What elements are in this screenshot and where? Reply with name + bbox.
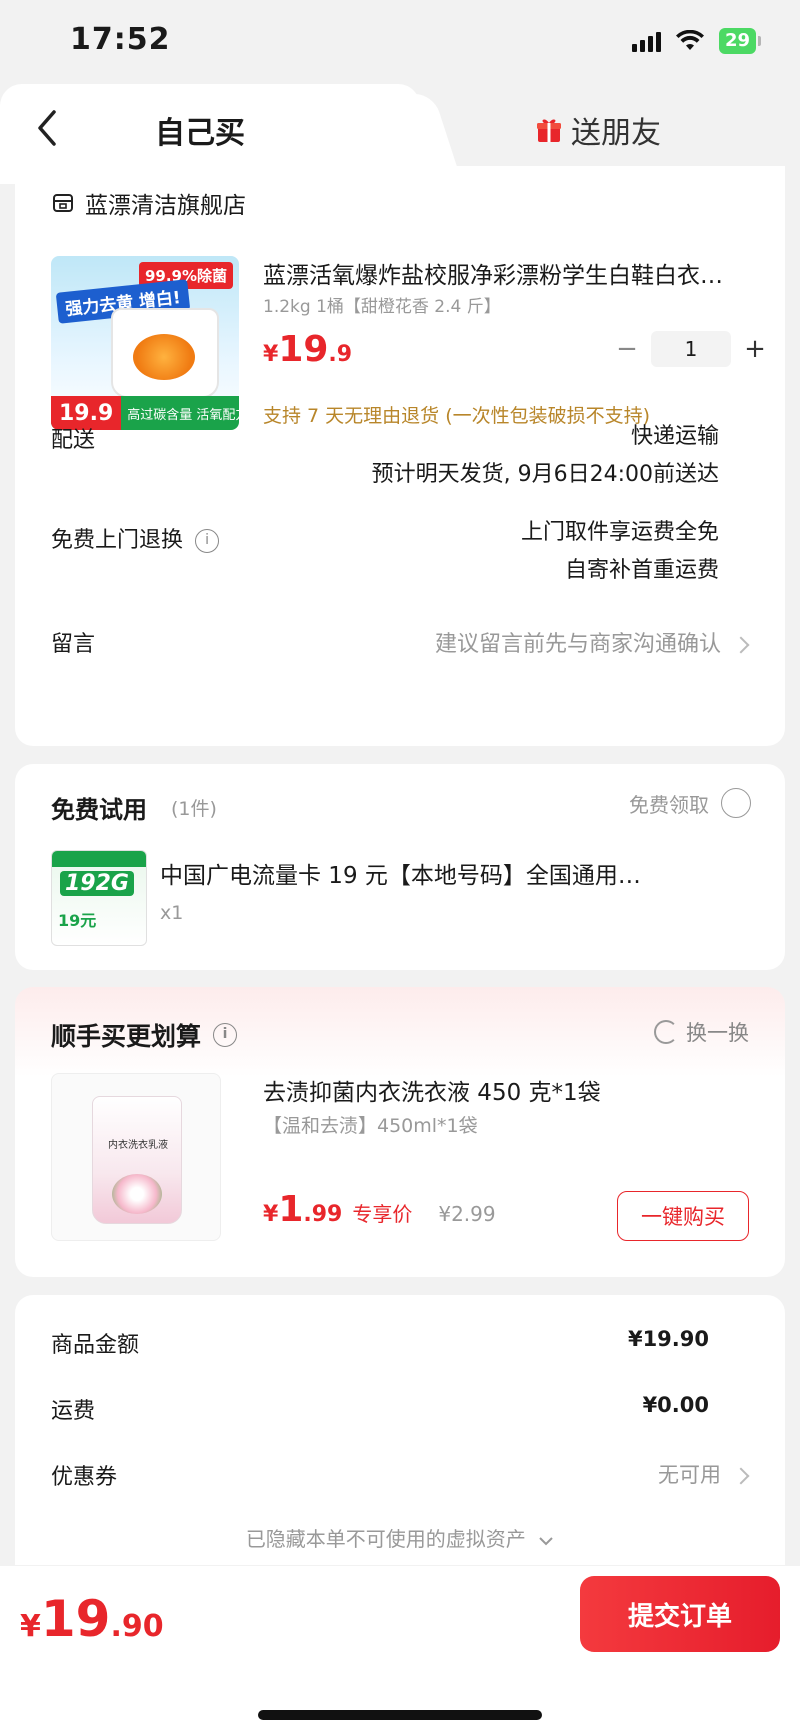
- total-decimal: .90: [110, 1609, 164, 1644]
- trial-product-image[interactable]: 192G 19元: [51, 850, 147, 946]
- info-icon[interactable]: i: [213, 1023, 238, 1047]
- product-image[interactable]: 99.9%除菌 强力去黄 增白! 19.9 高过碳含量 活氧配方: [51, 256, 239, 430]
- tab-self-buy-label[interactable]: 自己买: [155, 108, 245, 152]
- addon-title: 顺手买更划算: [51, 1022, 202, 1051]
- checkout-bar: ¥ 19 .90 提交订单: [0, 1566, 800, 1731]
- product-image-banner-text: 高过碳含量 活氧配方: [127, 407, 239, 423]
- shipping-fee-value: ¥0.00: [642, 1393, 709, 1417]
- price-integer: 19: [278, 329, 329, 370]
- back-arrow-icon[interactable]: [28, 106, 68, 150]
- goods-amount-label: 商品金额: [51, 1333, 140, 1358]
- trial-claim-radio[interactable]: [721, 788, 751, 818]
- price-symbol: ¥: [263, 342, 279, 367]
- trial-image-data-amount: 192G: [60, 871, 134, 896]
- addon-product-name[interactable]: 去渍抑菌内衣洗衣液 450 克*1袋: [263, 1073, 601, 1107]
- product-price: ¥ 19 .9: [263, 329, 352, 370]
- delivery-info: 快递运输 预计明天发货, 9月6日24:00前送达: [372, 418, 719, 494]
- chevron-right-icon: [732, 1467, 750, 1485]
- flower-graphic: [112, 1174, 162, 1214]
- addon-price: ¥ 1 .99 专享价 ¥2.99: [263, 1189, 496, 1230]
- trial-count: (1件): [171, 798, 217, 820]
- addon-image-label: 内衣洗衣乳液: [108, 1140, 168, 1151]
- trial-image-header: [52, 851, 146, 867]
- free-return-row: 免费上门退换 i: [51, 522, 220, 554]
- trial-claim-toggle[interactable]: 免费领取: [629, 788, 751, 818]
- trial-title: 免费试用: [51, 796, 147, 824]
- addon-product-spec: 【温和去渍】450ml*1袋: [263, 1115, 478, 1137]
- delivery-method: 快递运输: [630, 424, 719, 449]
- info-icon[interactable]: i: [195, 529, 220, 553]
- chevron-right-icon: [732, 636, 750, 654]
- addon-product-image[interactable]: 内衣洗衣乳液: [51, 1073, 221, 1241]
- product-spec[interactable]: 1.2kg 1桶【甜橙花香 2.4 斤】: [263, 292, 501, 317]
- trial-claim-label: 免费领取: [629, 792, 709, 817]
- free-return-line2: 自寄补首重运费: [564, 558, 719, 583]
- status-time: 17:52: [70, 22, 171, 57]
- exclusive-price-label: 专享价: [352, 1202, 413, 1226]
- shipping-fee-label: 运费: [51, 1399, 96, 1424]
- home-indicator[interactable]: [258, 1710, 542, 1720]
- message-label: 留言: [51, 632, 96, 657]
- order-summary-card: 商品金额 ¥19.90 运费 ¥0.00 优惠券 无可用 已隐藏本单不可使用的虚…: [15, 1295, 785, 1565]
- free-return-info: 上门取件享运费全免 自寄补首重运费: [521, 514, 719, 590]
- wifi-icon: [675, 30, 704, 50]
- addon-price-decimal: .99: [303, 1202, 343, 1227]
- quantity-input[interactable]: 1: [651, 331, 731, 367]
- original-price: ¥2.99: [438, 1202, 496, 1226]
- store-row[interactable]: 蓝漂清洁旗舰店: [51, 186, 246, 220]
- coupon-selector[interactable]: 无可用: [658, 1459, 750, 1489]
- total-integer: 19: [40, 1590, 111, 1648]
- addon-price-integer: 1: [278, 1189, 304, 1230]
- goods-amount-value: ¥19.90: [627, 1327, 709, 1351]
- store-name: 蓝漂清洁旗舰店: [85, 193, 246, 219]
- chevron-down-icon: [539, 1536, 553, 1545]
- tab-gift-friend[interactable]: 送朋友: [535, 108, 661, 152]
- submit-order-button[interactable]: 提交订单: [580, 1576, 780, 1652]
- cellular-signal-icon: [631, 30, 661, 52]
- trial-image-price: 19元: [58, 911, 97, 930]
- quantity-stepper: − 1 +: [603, 331, 779, 367]
- trial-product-qty: x1: [160, 902, 184, 924]
- store-icon: [53, 194, 73, 212]
- addon-price-symbol: ¥: [263, 1202, 279, 1227]
- addon-title-row: 顺手买更划算 i: [51, 1017, 238, 1053]
- total-symbol: ¥: [20, 1609, 41, 1644]
- message-placeholder: 建议留言前先与商家沟通确认: [434, 632, 721, 657]
- quantity-increase-button[interactable]: +: [731, 334, 779, 364]
- delivery-label: 配送: [51, 428, 96, 453]
- hidden-assets-label: 已隐藏本单不可使用的虚拟资产: [245, 1527, 526, 1551]
- free-return-label: 免费上门退换: [51, 528, 184, 553]
- coupon-label: 优惠券: [51, 1465, 118, 1490]
- purchase-mode-tabs: 自己买 送朋友: [0, 84, 800, 184]
- refresh-icon: [654, 1020, 678, 1044]
- order-item-card: 蓝漂清洁旗舰店 99.9%除菌 强力去黄 增白! 19.9 高过碳含量 活氧配方…: [15, 166, 785, 746]
- tab-gift-label: 送朋友: [571, 116, 661, 151]
- hidden-assets-toggle[interactable]: 已隐藏本单不可使用的虚拟资产: [15, 1523, 785, 1552]
- product-title[interactable]: 蓝漂活氧爆炸盐校服净彩漂粉学生白鞋白衣…: [263, 256, 763, 290]
- price-decimal: .9: [328, 342, 353, 367]
- swap-button[interactable]: 换一换: [654, 1017, 749, 1047]
- status-icons: 29: [631, 28, 762, 54]
- free-return-line1: 上门取件享运费全免: [520, 520, 719, 545]
- message-field[interactable]: 建议留言前先与商家沟通确认: [434, 626, 750, 658]
- battery-icon: 29: [718, 28, 762, 54]
- free-trial-card: 免费试用 (1件) 免费领取 192G 19元 中国广电流量卡 19 元【本地号…: [15, 764, 785, 970]
- addon-offer-card: 顺手买更划算 i 换一换 内衣洗衣乳液 去渍抑菌内衣洗衣液 450 克*1袋 【温…: [15, 987, 785, 1277]
- coupon-value: 无可用: [658, 1463, 721, 1487]
- gift-icon: [537, 119, 561, 142]
- status-bar: 17:52 29: [0, 0, 800, 88]
- trial-product-name[interactable]: 中国广电流量卡 19 元【本地号码】全国通用…: [160, 856, 720, 890]
- order-total: ¥ 19 .90: [20, 1590, 164, 1648]
- one-click-buy-button[interactable]: 一键购买: [617, 1191, 749, 1241]
- orange-graphic: [133, 334, 195, 380]
- swap-label: 换一换: [686, 1021, 749, 1045]
- delivery-eta: 预计明天发货, 9月6日24:00前送达: [371, 462, 719, 487]
- quantity-decrease-button[interactable]: −: [603, 334, 651, 364]
